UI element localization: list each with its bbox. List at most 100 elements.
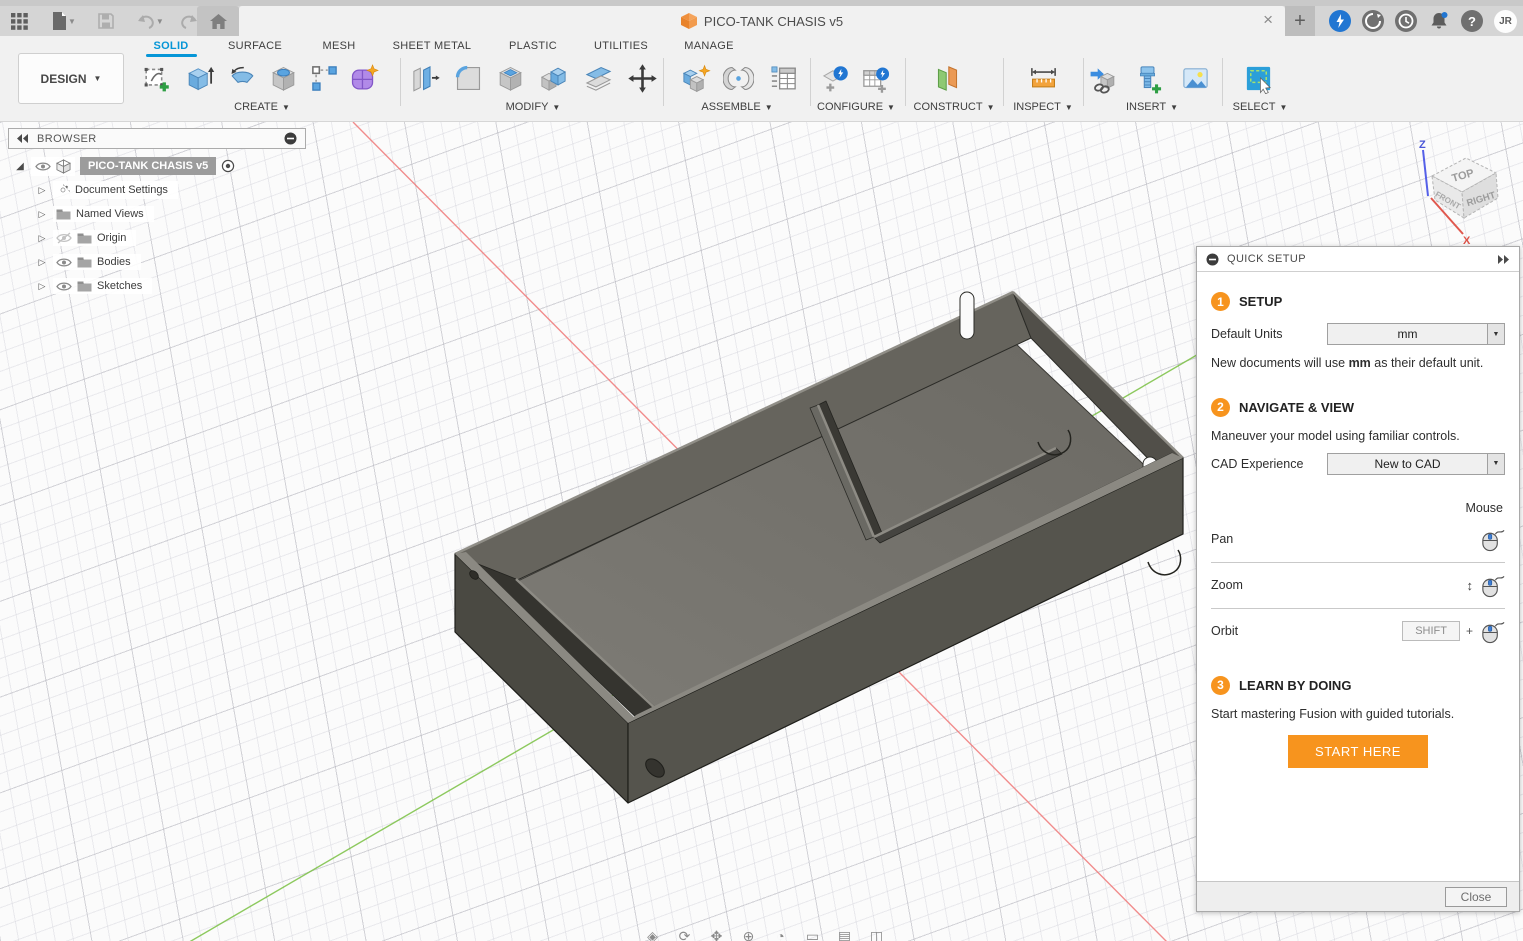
new-component-icon[interactable]: [677, 60, 713, 96]
file-menu-icon[interactable]: ▼: [49, 8, 79, 34]
collapse-panel-icon[interactable]: [1206, 253, 1219, 266]
create-menu[interactable]: CREATE ▼: [234, 101, 290, 113]
recent-activity-icon[interactable]: [1395, 10, 1417, 32]
tree-row-root[interactable]: ◢ PICO-TANK CHASIS v5: [14, 154, 236, 178]
origin-indicator-icon[interactable]: ◈: [645, 928, 660, 941]
browser-panel-header[interactable]: BROWSER: [8, 128, 306, 149]
dropdown-arrow-icon[interactable]: ▼: [1487, 453, 1504, 474]
tree-row-sketches[interactable]: ▷ Sketches: [14, 274, 235, 298]
expand-arrow-icon[interactable]: ▷: [36, 209, 48, 220]
tab-surface[interactable]: SURFACE: [228, 40, 282, 52]
start-here-button[interactable]: START HERE: [1288, 734, 1428, 768]
extensions-icon[interactable]: [1329, 10, 1351, 32]
dropdown-arrow-icon[interactable]: ▼: [1487, 324, 1504, 344]
orbit-control-row: Orbit SHIFT +: [1211, 609, 1505, 654]
help-icon[interactable]: ?: [1461, 10, 1483, 32]
orbit-icon[interactable]: ⟳: [677, 928, 692, 941]
insert-fastener-icon[interactable]: [1129, 60, 1165, 96]
section-navigate: 2 NAVIGATE & VIEW: [1211, 397, 1505, 417]
tree-item-label: Sketches: [97, 280, 143, 292]
insert-canvas-icon[interactable]: [1177, 60, 1213, 96]
eye-icon[interactable]: [56, 257, 72, 268]
tab-utilities[interactable]: UTILITIES: [594, 40, 648, 52]
offset-face-icon[interactable]: [580, 60, 616, 96]
document-tab[interactable]: PICO-TANK CHASIS v5 ×: [239, 6, 1285, 36]
hole-icon[interactable]: [265, 60, 301, 96]
app-grid-icon[interactable]: [8, 8, 31, 34]
combine-icon[interactable]: [535, 60, 571, 96]
viewports-icon[interactable]: ◫: [869, 928, 884, 941]
expand-arrow-icon[interactable]: ▷: [36, 185, 48, 196]
save-icon[interactable]: [95, 8, 117, 34]
close-button[interactable]: Close: [1445, 886, 1507, 907]
construct-menu[interactable]: CONSTRUCT ▼: [914, 101, 995, 113]
select-icon[interactable]: [1240, 60, 1276, 96]
revolve-icon[interactable]: [224, 60, 260, 96]
home-tab-button[interactable]: [197, 6, 239, 36]
configuration-table-icon[interactable]: [857, 60, 893, 96]
avatar[interactable]: JR: [1494, 9, 1517, 33]
tree-row-document-settings[interactable]: ▷ Document Settings: [14, 178, 235, 202]
tab-solid[interactable]: SOLID: [153, 40, 188, 52]
new-document-tab-button[interactable]: +: [1285, 6, 1315, 36]
dock-right-icon[interactable]: [1498, 254, 1510, 264]
tab-manage[interactable]: MANAGE: [684, 40, 733, 52]
joint-icon[interactable]: [720, 60, 756, 96]
zoom-icon[interactable]: ⊕: [741, 928, 756, 941]
construction-plane-icon[interactable]: [929, 60, 965, 96]
eye-icon[interactable]: [56, 281, 72, 292]
tree-row-bodies[interactable]: ▷ Bodies: [14, 250, 235, 274]
view-cube[interactable]: TOP FRONT RIGHT Z X: [1393, 134, 1515, 249]
tab-sheet-metal[interactable]: SHEET METAL: [393, 40, 472, 52]
job-status-icon[interactable]: [1362, 10, 1384, 32]
pan-label: Pan: [1211, 532, 1234, 547]
configure-menu[interactable]: CONFIGURE ▼: [817, 101, 895, 113]
grid-and-snaps-icon[interactable]: ▤: [837, 928, 852, 941]
expand-arrow-icon[interactable]: ▷: [36, 257, 48, 268]
activate-component-radio-icon[interactable]: [221, 159, 236, 173]
collapse-browser-icon[interactable]: [284, 132, 297, 145]
default-units-select[interactable]: mm ▼: [1327, 323, 1505, 345]
extrude-icon[interactable]: [181, 60, 217, 96]
select-menu[interactable]: SELECT ▼: [1233, 101, 1288, 113]
expand-arrow-icon[interactable]: ▷: [36, 233, 48, 244]
notifications-icon[interactable]: [1428, 10, 1450, 32]
rectangular-pattern-icon[interactable]: [306, 60, 342, 96]
model-viewport[interactable]: BROWSER ◢ PICO-TANK CHASIS v5 ▷ Document…: [0, 122, 1523, 941]
tree-row-origin[interactable]: ▷ Origin: [14, 226, 235, 250]
shell-icon[interactable]: [492, 60, 528, 96]
tab-mesh[interactable]: MESH: [323, 40, 356, 52]
move-copy-icon[interactable]: [624, 60, 660, 96]
press-pull-icon[interactable]: [407, 60, 443, 96]
visibility-chip[interactable]: [31, 156, 75, 176]
insert-derive-icon[interactable]: [1085, 60, 1121, 96]
tab-plastic[interactable]: PLASTIC: [509, 40, 557, 52]
tree-row-named-views[interactable]: ▷ Named Views: [14, 202, 235, 226]
fillet-icon[interactable]: [450, 60, 486, 96]
configure-icon[interactable]: [817, 60, 853, 96]
cad-experience-select[interactable]: New to CAD ▼: [1327, 452, 1505, 475]
root-component-label[interactable]: PICO-TANK CHASIS v5: [80, 157, 217, 175]
create-form-icon[interactable]: [345, 60, 381, 96]
create-menu-label: CREATE: [234, 101, 278, 113]
insert-menu[interactable]: INSERT ▼: [1126, 101, 1178, 113]
create-sketch-icon[interactable]: [138, 60, 174, 96]
mouse-column-header: Mouse: [1465, 500, 1503, 515]
quick-setup-footer: Close: [1197, 881, 1519, 911]
eye-hidden-icon[interactable]: [56, 232, 72, 244]
measure-icon[interactable]: [1025, 60, 1061, 96]
expanded-triangle-icon[interactable]: ◢: [14, 161, 26, 172]
display-settings-icon[interactable]: ▭: [805, 928, 820, 941]
quick-setup-header[interactable]: QUICK SETUP: [1197, 247, 1519, 272]
collapse-left-icon[interactable]: [17, 134, 29, 143]
undo-icon[interactable]: ▼: [133, 8, 167, 34]
fit-icon[interactable]: ◔: [773, 928, 788, 941]
close-document-icon[interactable]: ×: [1263, 10, 1273, 30]
modify-menu[interactable]: MODIFY ▼: [506, 101, 561, 113]
design-workspace-menu[interactable]: DESIGN ▼: [18, 53, 124, 104]
pan-icon[interactable]: ✥: [709, 928, 724, 941]
assemble-menu[interactable]: ASSEMBLE ▼: [701, 101, 772, 113]
inspect-menu[interactable]: INSPECT ▼: [1013, 101, 1073, 113]
change-parameters-icon[interactable]: [765, 60, 801, 96]
expand-arrow-icon[interactable]: ▷: [36, 281, 48, 292]
